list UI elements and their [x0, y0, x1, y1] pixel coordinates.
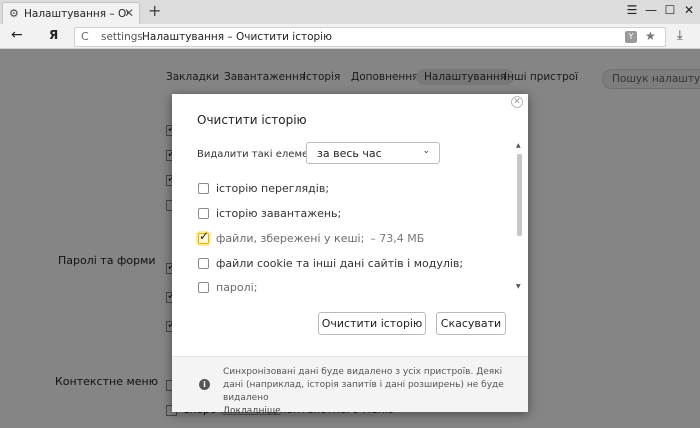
tab-title: Налаштування – Очистити і	[24, 7, 128, 20]
option-label: історію завантажень;	[216, 207, 342, 220]
clear-history-dialog: ✕ Очистити історію Видалити такі елемент…	[172, 94, 528, 416]
option-passwords[interactable]: паролі;	[198, 281, 257, 294]
tab-close-icon[interactable]: ✕	[124, 6, 134, 20]
option-cached-files[interactable]: файли, збережені у кеші; – 73,4 МБ	[198, 229, 425, 245]
learn-more-link[interactable]: Докладніше	[223, 406, 281, 416]
back-arrow-icon[interactable]: ←	[11, 27, 23, 43]
close-icon[interactable]: ✕	[511, 96, 523, 108]
info-icon: i	[199, 379, 210, 390]
option-label: історію переглядів;	[216, 182, 330, 195]
scroll-up-icon[interactable]: ▲	[516, 142, 521, 149]
bookmark-star-icon[interactable]: ★	[645, 29, 656, 43]
maximize-button[interactable]: ☐	[662, 3, 678, 17]
yandex-logo[interactable]: Я	[49, 28, 58, 42]
scroll-down-icon[interactable]: ▼	[516, 283, 521, 290]
menu-icon[interactable]: ☰	[624, 3, 640, 17]
dialog-title: Очистити історію	[197, 113, 307, 127]
gear-icon: ⚙	[9, 6, 19, 20]
cache-size: – 73,4 МБ	[370, 232, 425, 245]
address-bar: ← Я C settings Налаштування – Очистити і…	[0, 24, 700, 49]
chevron-down-icon: ⌄	[422, 146, 430, 156]
reload-icon[interactable]: C	[81, 30, 89, 43]
option-label: файли, збережені у кеші;	[216, 232, 365, 245]
cancel-button[interactable]: Скасувати	[436, 312, 506, 335]
download-icon[interactable]: ⤓	[677, 28, 683, 43]
checkbox[interactable]	[198, 282, 209, 293]
url-page-title: Налаштування – Очистити історію	[142, 31, 332, 43]
option-label: паролі;	[216, 281, 258, 294]
tab-bar: ⚙ Налаштування – Очистити і ✕ + ☰ — ☐ ✕	[0, 0, 700, 24]
sync-note: Синхронізовані дані буде видалено з усіх…	[223, 366, 523, 418]
scroll-thumb[interactable]	[517, 154, 522, 236]
option-label: файли cookie та інші дані сайтів і модул…	[216, 257, 464, 270]
sync-note-text: Синхронізовані дані буде видалено з усіх…	[223, 367, 504, 403]
dialog-footer: i Синхронізовані дані буде видалено з ус…	[172, 356, 528, 416]
options-scrollbar[interactable]: ▲ ▼	[516, 142, 523, 294]
minimize-button[interactable]: —	[643, 3, 659, 17]
url-field[interactable]: C settings Налаштування – Очистити істор…	[74, 27, 666, 47]
time-period-value: за весь час	[317, 147, 382, 160]
active-tab[interactable]: ⚙ Налаштування – Очистити і ✕	[2, 2, 140, 24]
option-cookies[interactable]: файли cookie та інші дані сайтів і модул…	[198, 257, 463, 270]
checkbox[interactable]	[198, 258, 209, 269]
checkbox[interactable]	[198, 183, 209, 194]
new-tab-button[interactable]: +	[148, 1, 161, 20]
protect-icon[interactable]: Y	[625, 31, 637, 43]
time-period-select[interactable]: за весь час ⌄	[306, 142, 440, 164]
close-window-button[interactable]: ✕	[681, 3, 697, 17]
url-host: settings	[101, 31, 143, 43]
checkbox[interactable]	[198, 208, 209, 219]
option-download-history[interactable]: історію завантажень;	[198, 207, 341, 220]
option-browsing-history[interactable]: історію переглядів;	[198, 182, 329, 195]
checkbox-checked[interactable]	[198, 229, 209, 244]
clear-history-button[interactable]: Очистити історію	[318, 312, 426, 335]
